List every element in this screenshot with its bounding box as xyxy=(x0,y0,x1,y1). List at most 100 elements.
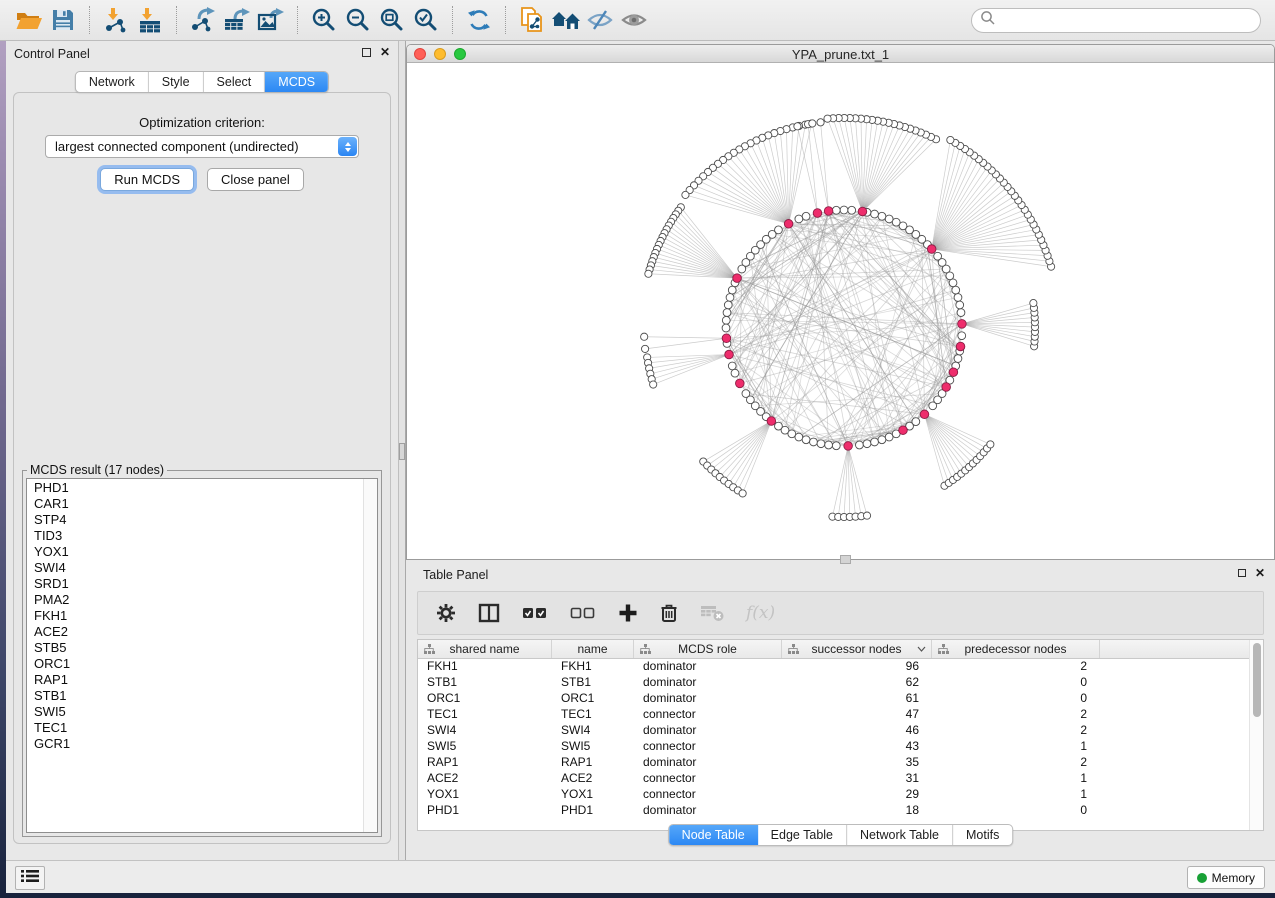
mcds-result-title: MCDS result (17 nodes) xyxy=(27,463,167,477)
import-network-button[interactable] xyxy=(99,4,133,36)
float-table-panel-icon[interactable] xyxy=(1238,569,1246,577)
function-builder-button-disabled: f(x) xyxy=(746,603,775,623)
column-header-MCDS-role[interactable]: MCDS role xyxy=(634,640,782,658)
network-window-titlebar[interactable]: YPA_prune.txt_1 xyxy=(407,45,1274,63)
delete-column-button[interactable] xyxy=(660,603,678,623)
table-row[interactable]: SWI5SWI5connector431 xyxy=(418,739,1249,755)
cytoscape-window: Control Panel ✕ NetworkStyleSelectMCDS O… xyxy=(6,0,1275,893)
cell: SWI4 xyxy=(418,723,552,739)
mcds-result-item[interactable]: YOX1 xyxy=(34,544,363,560)
network-view-window: YPA_prune.txt_1 xyxy=(406,44,1275,560)
table-row[interactable]: RAP1RAP1dominator352 xyxy=(418,755,1249,771)
export-image-icon xyxy=(257,7,285,33)
table-scrollbar-thumb[interactable] xyxy=(1253,643,1261,717)
table-options-button[interactable] xyxy=(436,603,456,623)
tab-network-table[interactable]: Network Table xyxy=(847,825,953,845)
table-scrollbar[interactable] xyxy=(1249,640,1263,830)
column-header-name[interactable]: name xyxy=(552,640,634,658)
select-stepper-icon xyxy=(338,137,357,156)
deselect-all-rows-button[interactable] xyxy=(570,605,596,621)
table-row[interactable]: PHD1PHD1dominator180 xyxy=(418,803,1249,819)
mcds-result-item[interactable]: PHD1 xyxy=(34,480,363,496)
column-header-shared-name[interactable]: shared name xyxy=(418,640,552,658)
table-row[interactable]: ORC1ORC1dominator610 xyxy=(418,691,1249,707)
table-row[interactable]: FKH1FKH1dominator962 xyxy=(418,659,1249,675)
tab-style[interactable]: Style xyxy=(149,72,204,92)
select-all-rows-button[interactable] xyxy=(522,605,548,621)
save-session-button[interactable] xyxy=(46,4,80,36)
export-image-button[interactable] xyxy=(254,4,288,36)
close-panel-icon[interactable]: ✕ xyxy=(380,47,390,57)
mcds-result-item[interactable]: CAR1 xyxy=(34,496,363,512)
optimization-criterion-select[interactable]: largest connected component (undirected) xyxy=(45,135,359,158)
zoom-selected-button[interactable] xyxy=(409,4,443,36)
search-field[interactable] xyxy=(971,8,1261,33)
mcds-list-scrollbar[interactable] xyxy=(363,479,377,832)
mcds-result-item[interactable]: PMA2 xyxy=(34,592,363,608)
run-mcds-button[interactable]: Run MCDS xyxy=(100,168,194,191)
zoom-in-button[interactable] xyxy=(307,4,341,36)
refresh-layout-button[interactable] xyxy=(462,4,496,36)
export-network-button[interactable] xyxy=(186,4,220,36)
cell: dominator xyxy=(634,723,782,739)
mcds-result-item[interactable]: GCR1 xyxy=(34,736,363,752)
tab-mcds[interactable]: MCDS xyxy=(265,72,328,92)
close-table-panel-icon[interactable]: ✕ xyxy=(1255,568,1265,578)
mcds-panel: Optimization criterion: largest connecte… xyxy=(13,92,391,844)
show-hide-columns-button[interactable] xyxy=(478,603,500,623)
cell: YOX1 xyxy=(418,787,552,803)
mcds-result-item[interactable]: TEC1 xyxy=(34,720,363,736)
mcds-result-list[interactable]: PHD1CAR1STP4TID3YOX1SWI4SRD1PMA2FKH1ACE2… xyxy=(27,479,363,832)
tab-edge-table[interactable]: Edge Table xyxy=(758,825,847,845)
zoom-fit-button[interactable] xyxy=(375,4,409,36)
zoom-selected-icon xyxy=(413,7,439,33)
table-row[interactable]: TEC1TEC1connector472 xyxy=(418,707,1249,723)
cell: 2 xyxy=(932,659,1100,675)
mcds-result-item[interactable]: ACE2 xyxy=(34,624,363,640)
mcds-result-item[interactable]: SWI4 xyxy=(34,560,363,576)
tab-network[interactable]: Network xyxy=(76,72,149,92)
cell: dominator xyxy=(634,803,782,819)
mcds-result-item[interactable]: TID3 xyxy=(34,528,363,544)
show-hidden-button[interactable] xyxy=(617,4,651,36)
float-panel-icon[interactable] xyxy=(362,48,371,57)
mcds-result-item[interactable]: FKH1 xyxy=(34,608,363,624)
column-header-predecessor-nodes[interactable]: predecessor nodes xyxy=(932,640,1100,658)
mcds-result-item[interactable]: RAP1 xyxy=(34,672,363,688)
column-header-successor-nodes[interactable]: successor nodes xyxy=(782,640,932,658)
cell: PHD1 xyxy=(418,803,552,819)
close-panel-button[interactable]: Close panel xyxy=(207,168,304,191)
first-neighbors-button[interactable] xyxy=(549,4,583,36)
table-row[interactable]: SWI4SWI4dominator462 xyxy=(418,723,1249,739)
export-table-button[interactable] xyxy=(220,4,254,36)
cell: YOX1 xyxy=(552,787,634,803)
mcds-result-item[interactable]: STB5 xyxy=(34,640,363,656)
hide-selection-button[interactable] xyxy=(583,4,617,36)
table-row[interactable]: ACE2ACE2connector311 xyxy=(418,771,1249,787)
network-canvas[interactable] xyxy=(407,63,1274,559)
cell: RAP1 xyxy=(552,755,634,771)
table-row[interactable]: YOX1YOX1connector291 xyxy=(418,787,1249,803)
task-history-button[interactable] xyxy=(15,866,45,890)
vertical-splitter[interactable] xyxy=(398,41,406,860)
clone-network-button[interactable] xyxy=(515,4,549,36)
mcds-result-item[interactable]: STB1 xyxy=(34,688,363,704)
create-column-button[interactable] xyxy=(618,603,638,623)
open-file-button[interactable] xyxy=(12,4,46,36)
horizontal-splitter-grip[interactable] xyxy=(840,555,851,564)
memory-button[interactable]: Memory xyxy=(1187,866,1265,889)
zoom-out-button[interactable] xyxy=(341,4,375,36)
tab-motifs[interactable]: Motifs xyxy=(953,825,1012,845)
table-row[interactable]: STB1STB1dominator620 xyxy=(418,675,1249,691)
splitter-grip[interactable] xyxy=(399,443,405,460)
import-table-button[interactable] xyxy=(133,4,167,36)
mcds-result-item[interactable]: ORC1 xyxy=(34,656,363,672)
save-floppy-icon xyxy=(51,8,75,32)
cell: RAP1 xyxy=(418,755,552,771)
tab-node-table[interactable]: Node Table xyxy=(669,825,758,845)
tab-select[interactable]: Select xyxy=(204,72,266,92)
mcds-result-item[interactable]: STP4 xyxy=(34,512,363,528)
mcds-result-item[interactable]: SWI5 xyxy=(34,704,363,720)
main-toolbar xyxy=(0,0,1275,41)
mcds-result-item[interactable]: SRD1 xyxy=(34,576,363,592)
